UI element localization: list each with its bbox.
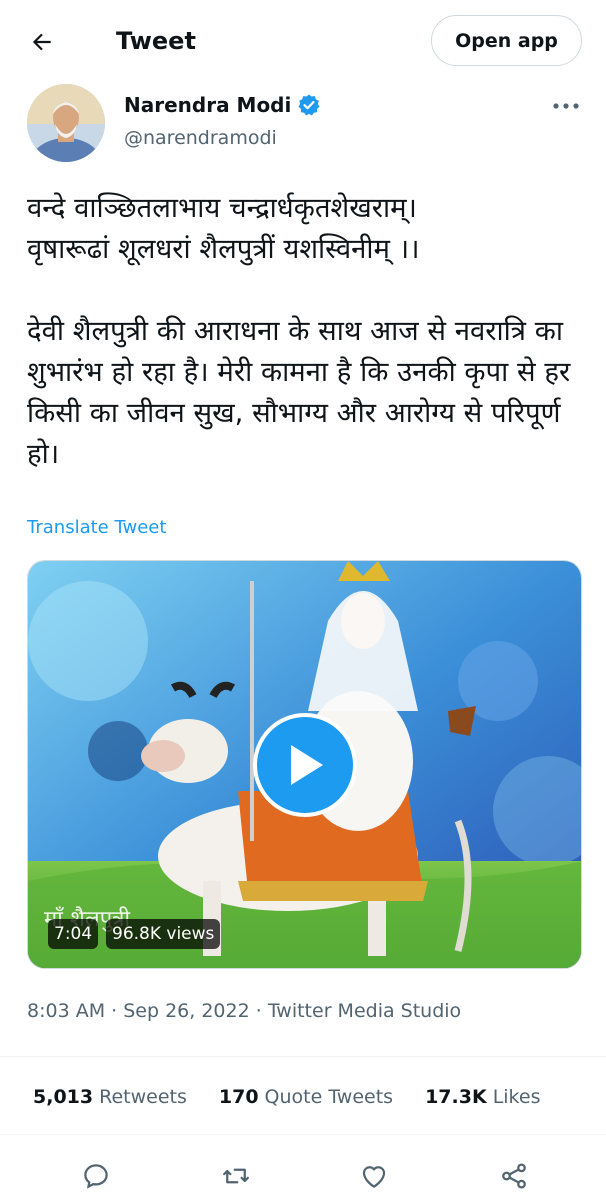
tweet-actions: [0, 1150, 606, 1200]
quote-tweets-stat[interactable]: 170 Quote Tweets: [219, 1083, 393, 1111]
more-button[interactable]: [548, 92, 584, 120]
retweets-stat[interactable]: 5,013 Retweets: [33, 1083, 187, 1111]
tweet-time[interactable]: 8:03 AM: [27, 1000, 105, 1022]
play-button[interactable]: [253, 713, 357, 817]
video-duration-badge: 7:04: [48, 919, 99, 949]
meta-separator: ·: [105, 1000, 124, 1022]
tweet-date[interactable]: Sep 26, 2022: [123, 1000, 249, 1022]
tweet-source[interactable]: Twitter Media Studio: [268, 1000, 461, 1022]
open-app-button[interactable]: Open app: [431, 15, 582, 66]
more-horizontal-icon: [553, 103, 579, 109]
video-views-badge: 96.8K views: [106, 919, 221, 949]
author-display-name[interactable]: Narendra Modi: [124, 91, 291, 119]
author-handle[interactable]: @narendramodi: [124, 124, 277, 152]
translate-tweet-link[interactable]: Translate Tweet: [27, 515, 166, 541]
likes-stat[interactable]: 17.3K Likes: [425, 1083, 540, 1111]
quote-tweets-count: 170: [218, 1086, 259, 1108]
verified-badge-icon: [297, 93, 321, 117]
reply-button[interactable]: [78, 1158, 114, 1194]
share-icon: [502, 1163, 526, 1189]
play-icon: [291, 745, 323, 785]
page-title: Tweet: [116, 27, 196, 55]
retweet-button[interactable]: [218, 1158, 254, 1194]
retweets-count: 5,013: [33, 1086, 94, 1108]
top-bar: Tweet Open app: [0, 0, 606, 82]
retweet-icon: [223, 1168, 249, 1184]
like-icon: [362, 1166, 386, 1188]
avatar[interactable]: [27, 84, 105, 162]
divider: [0, 1134, 606, 1135]
author-name-row[interactable]: Narendra Modi: [124, 91, 321, 119]
back-button[interactable]: [26, 26, 58, 58]
tweet-meta: 8:03 AM · Sep 26, 2022 · Twitter Media S…: [27, 997, 461, 1025]
share-button[interactable]: [496, 1158, 532, 1194]
tweet-stats: 5,013 Retweets 170 Quote Tweets 17.3K Li…: [33, 1083, 572, 1111]
meta-separator: ·: [249, 1000, 268, 1022]
video-media[interactable]: माँ शैलपुत्री 7:04 96.8K views: [27, 560, 582, 969]
likes-count: 17.3K: [425, 1086, 487, 1108]
back-arrow-icon: [32, 33, 51, 51]
retweets-label: Retweets: [99, 1086, 187, 1108]
reply-icon: [84, 1164, 108, 1189]
tweet-text: वन्दे वाञ्छितलाभाय चन्द्रार्धकृतशेखराम्।…: [27, 192, 571, 470]
divider: [0, 1056, 606, 1057]
likes-label: Likes: [492, 1086, 541, 1108]
like-button[interactable]: [356, 1158, 392, 1194]
quote-tweets-label: Quote Tweets: [264, 1086, 394, 1108]
